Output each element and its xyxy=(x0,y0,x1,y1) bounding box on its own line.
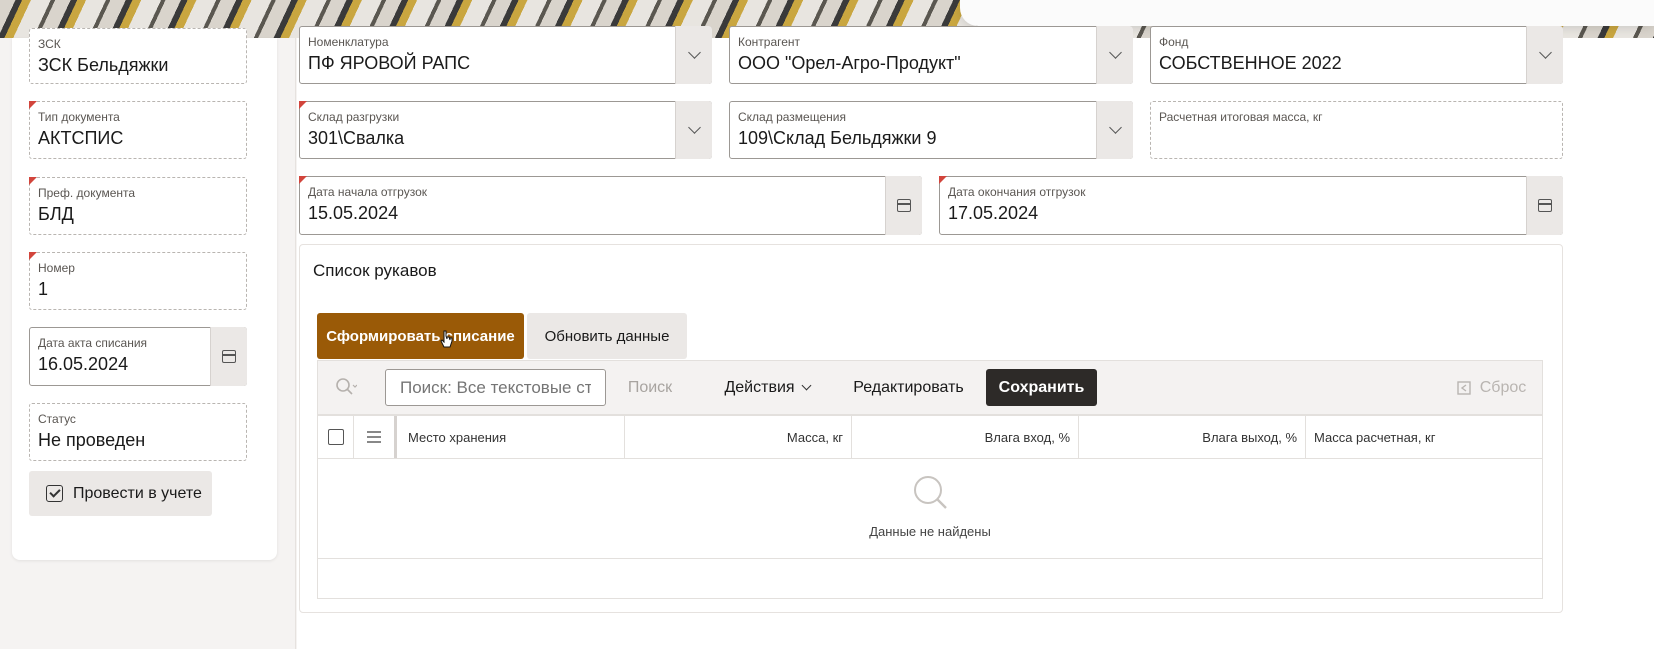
calendar-button[interactable] xyxy=(1526,176,1563,235)
header-overlay xyxy=(960,0,1654,26)
grid-search-input[interactable] xyxy=(385,369,606,406)
reset-label: Сброс xyxy=(1479,378,1527,396)
chevron-down-icon xyxy=(801,380,811,391)
calendar-icon xyxy=(897,199,911,212)
field-value: 301\Свалка xyxy=(308,128,405,148)
select-all-checkbox[interactable] xyxy=(327,429,344,445)
dropdown-button[interactable] xyxy=(1526,26,1563,84)
field-value: Не проведен xyxy=(38,430,146,450)
calc-total-mass-field: Расчетная итоговая масса, кг xyxy=(1150,101,1563,159)
empty-message: Данные не найдены xyxy=(869,524,991,539)
column-header-mass[interactable]: Масса, кг xyxy=(625,416,852,458)
checkbox-icon xyxy=(46,485,63,502)
dropdown-button[interactable] xyxy=(675,26,712,84)
field-value: ПФ ЯРОВОЙ РАПС xyxy=(308,53,471,73)
nomenclature-select[interactable]: Номенклатура ПФ ЯРОВОЙ РАПС xyxy=(299,26,712,84)
field-label: Тип документа xyxy=(38,110,120,124)
doc-prefix-field[interactable]: Преф. документа БЛД xyxy=(29,177,247,235)
chevron-down-icon xyxy=(1538,46,1552,59)
column-header-calc-mass[interactable]: Масса расчетная, кг xyxy=(1306,416,1543,458)
column-header-moisture-in[interactable]: Влага вход, % xyxy=(852,416,1079,458)
chevron-down-icon xyxy=(1108,121,1122,134)
form-writeoff-button[interactable]: Сформировать списание xyxy=(317,313,524,359)
placement-warehouse-select[interactable]: Склад размещения 109\Склад Бельдяжки 9 xyxy=(729,101,1133,159)
save-button[interactable]: Сохранить xyxy=(986,369,1097,406)
unload-warehouse-select[interactable]: Склад разгрузки 301\Свалка xyxy=(299,101,712,159)
reset-button[interactable]: Сброс xyxy=(1450,369,1532,406)
act-date-field[interactable]: Дата акта списания 16.05.2024 xyxy=(29,327,247,386)
chevron-down-icon xyxy=(1108,46,1122,59)
chevron-down-icon xyxy=(687,121,701,134)
actions-menu-label: Действия xyxy=(724,378,795,396)
number-field[interactable]: Номер 1 xyxy=(29,252,247,310)
edit-button[interactable]: Редактировать xyxy=(846,369,971,406)
status-field: Статус Не проведен xyxy=(29,403,247,461)
calendar-icon xyxy=(1538,199,1552,212)
calendar-button[interactable] xyxy=(885,176,922,235)
empty-search-icon xyxy=(914,476,947,509)
post-in-accounting-label: Провести в учете xyxy=(73,484,202,502)
field-value: БЛД xyxy=(38,204,74,224)
sleeves-grid: Место хранения Масса, кг Влага вход, % В… xyxy=(317,415,1543,599)
field-label: Дата начала отгрузок xyxy=(308,185,427,199)
dropdown-button[interactable] xyxy=(1096,26,1133,84)
mouse-cursor-icon xyxy=(440,330,453,348)
field-value: ООО "Орел-Агро-Продукт" xyxy=(738,53,961,73)
field-label: ЗСК xyxy=(38,37,61,51)
dropdown-button[interactable] xyxy=(675,101,712,159)
field-label: Дата акта списания xyxy=(38,336,148,350)
doc-type-field[interactable]: Тип документа АКТСПИС xyxy=(29,101,247,159)
sleeves-title: Список рукавов xyxy=(313,261,437,280)
post-in-accounting-button[interactable]: Провести в учете xyxy=(29,471,212,516)
row-actions-cell xyxy=(354,416,397,458)
field-value: 109\Склад Бельдяжки 9 xyxy=(738,128,937,148)
calendar-icon xyxy=(222,350,236,363)
select-all-cell xyxy=(318,416,354,458)
field-label: Склад размещения xyxy=(738,110,846,124)
field-value: 1 xyxy=(38,279,49,299)
grid-footer-divider xyxy=(318,558,1542,559)
field-label: Статус xyxy=(38,412,76,426)
actions-menu-button[interactable]: Действия xyxy=(712,369,822,406)
field-value: ЗСК Бельдяжки xyxy=(38,55,169,75)
zsk-field[interactable]: ЗСК ЗСК Бельдяжки xyxy=(29,28,247,84)
chevron-down-icon xyxy=(687,46,701,59)
refresh-data-button[interactable]: Обновить данные xyxy=(527,313,687,359)
field-label: Расчетная итоговая масса, кг xyxy=(1159,110,1323,124)
field-label: Склад разгрузки xyxy=(308,110,400,124)
grid-search-button[interactable]: Поиск xyxy=(618,369,682,406)
counterparty-select[interactable]: Контрагент ООО "Орел-Агро-Продукт" xyxy=(729,26,1133,84)
search-column-icon[interactable] xyxy=(335,377,357,397)
ship-end-date-field[interactable]: Дата окончания отгрузок 17.05.2024 xyxy=(939,176,1563,235)
reset-icon xyxy=(1457,380,1471,395)
field-label: Дата окончания отгрузок xyxy=(948,185,1086,199)
field-label: Номер xyxy=(38,261,75,275)
ship-start-date-field[interactable]: Дата начала отгрузок 15.05.2024 xyxy=(299,176,922,235)
field-value: 16.05.2024 xyxy=(38,354,129,374)
grid-header: Место хранения Масса, кг Влага вход, % В… xyxy=(318,416,1542,459)
dropdown-button[interactable] xyxy=(1096,101,1133,159)
field-value: АКТСПИС xyxy=(38,128,124,148)
column-header-storage[interactable]: Место хранения xyxy=(400,416,625,458)
panel-divider xyxy=(295,38,296,649)
column-header-moisture-out[interactable]: Влага выход, % xyxy=(1079,416,1306,458)
fund-select[interactable]: Фонд СОБСТВЕННОЕ 2022 xyxy=(1150,26,1563,84)
field-label: Контрагент xyxy=(738,35,801,49)
menu-icon[interactable] xyxy=(366,431,382,443)
field-label: Номенклатура xyxy=(308,35,389,49)
field-value: 17.05.2024 xyxy=(948,203,1039,223)
field-label: Преф. документа xyxy=(38,186,136,200)
field-value: 15.05.2024 xyxy=(308,203,399,223)
field-value: СОБСТВЕННОЕ 2022 xyxy=(1159,53,1342,73)
calendar-button[interactable] xyxy=(210,327,247,386)
field-label: Фонд xyxy=(1159,35,1189,49)
